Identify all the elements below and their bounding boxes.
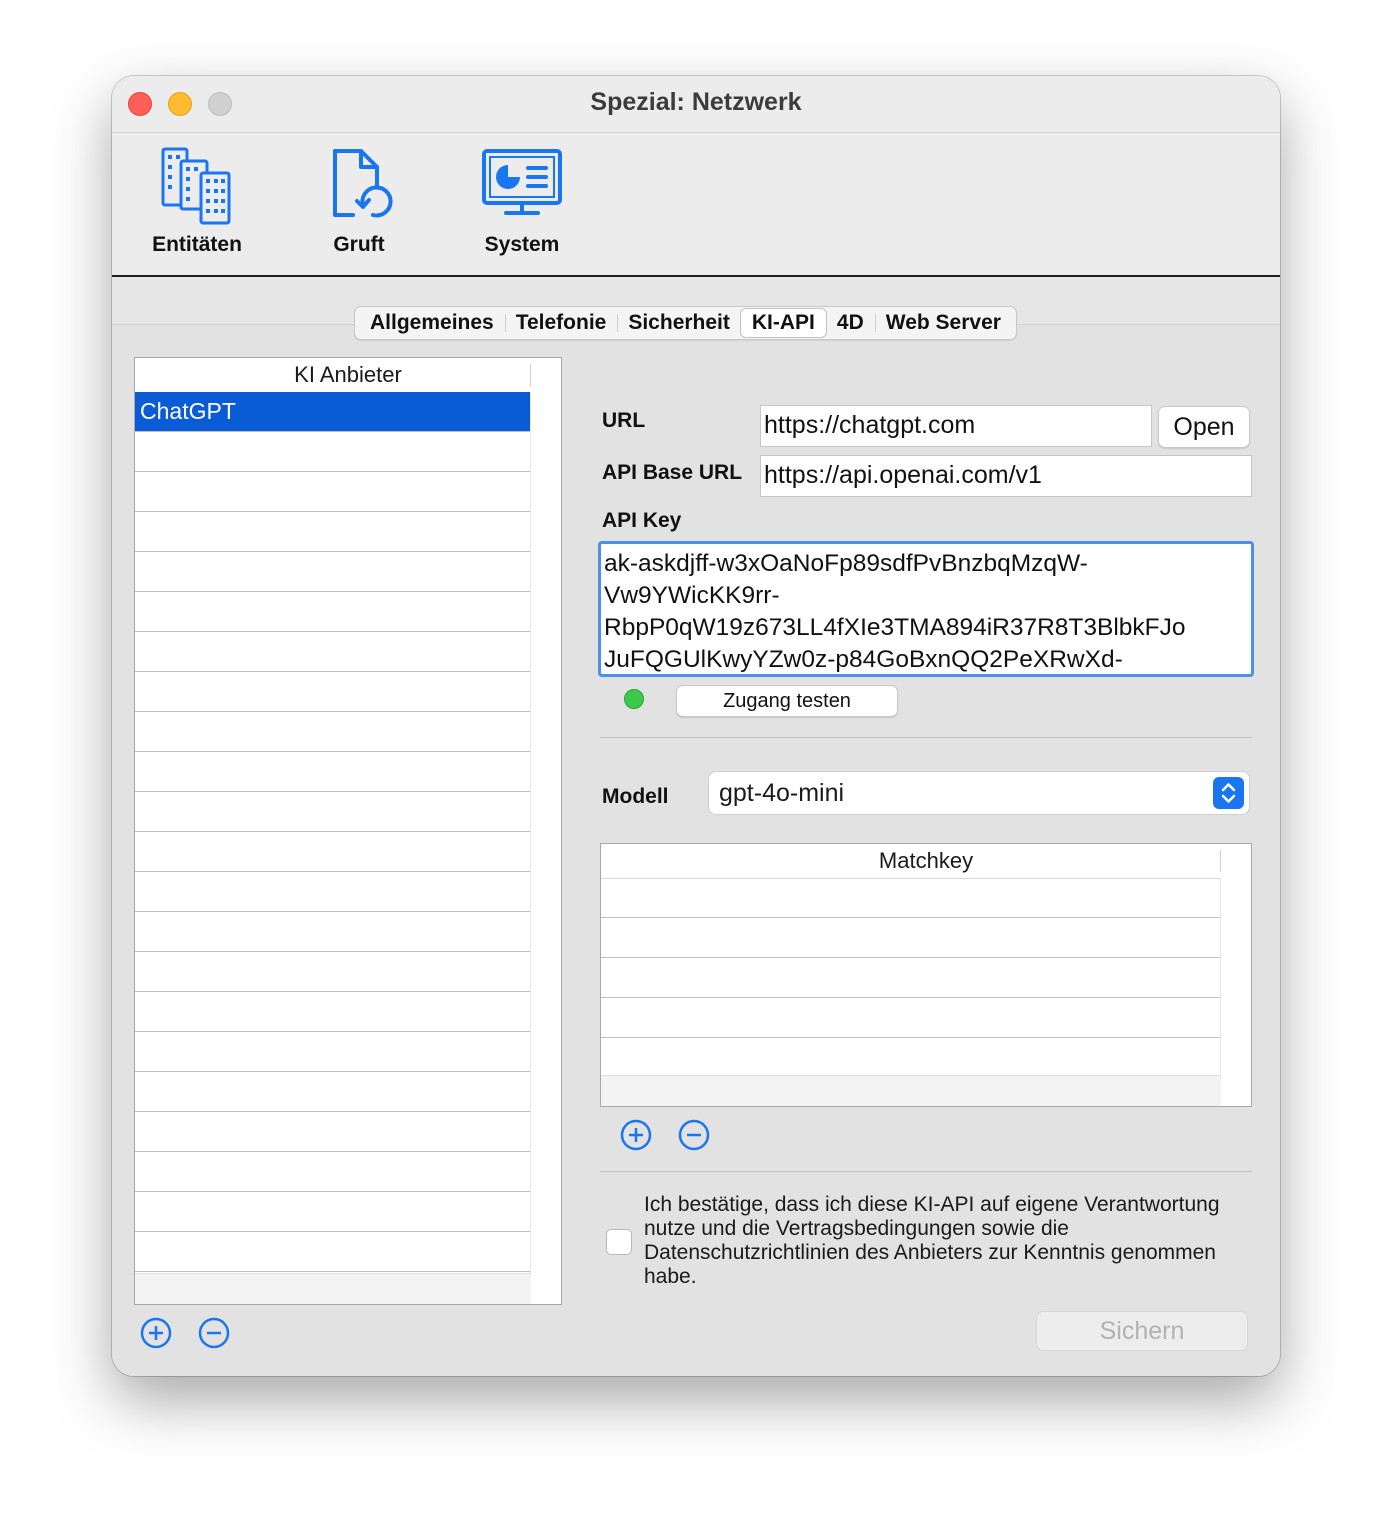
table-row[interactable] (135, 1232, 531, 1272)
remove-provider-icon[interactable] (198, 1317, 230, 1349)
toolbar-item-label: Entitäten (152, 233, 242, 256)
table-row[interactable] (135, 632, 531, 672)
add-provider-icon[interactable] (140, 1317, 172, 1349)
model-select-value: gpt-4o-mini (719, 779, 845, 807)
api-key-line: ak-askdjff-w3xOaNoFp89sdfPvBnzbqMzqW- (604, 550, 1088, 577)
consent-line: Datenschutzrichtlinien des Anbieters zur… (644, 1241, 1216, 1264)
api-key-line: JuFQGUlKwyYZw0z-p84GoBxnQQ2PeXRwXd- (604, 646, 1123, 673)
table-row[interactable] (135, 912, 531, 952)
tab-telefonie[interactable]: Telefonie (504, 309, 618, 337)
table-row[interactable] (135, 872, 531, 912)
table-row[interactable] (135, 472, 531, 512)
divider (600, 737, 1252, 738)
table-row[interactable] (135, 832, 531, 872)
content-area: KI Anbieter ChatGPT URL https://chatgpt.… (112, 324, 1280, 1376)
model-select[interactable]: gpt-4o-mini (708, 771, 1250, 815)
save-button[interactable]: Sichern (1036, 1311, 1248, 1351)
consent-line: Ich bestätige, dass ich diese KI-API auf… (644, 1193, 1220, 1216)
horizontal-scrollbar[interactable] (601, 1075, 1221, 1106)
vertical-scrollbar[interactable] (530, 392, 561, 1274)
column-header-label: Matchkey (878, 848, 974, 873)
table-row[interactable] (135, 592, 531, 632)
divider (600, 1171, 1252, 1172)
chevron-up-down-icon (1213, 777, 1244, 809)
buildings-icon (161, 147, 231, 225)
consent-text: Ich bestätige, dass ich diese KI-API auf… (644, 1193, 1264, 1289)
column-header-label: KI Anbieter (294, 362, 402, 387)
table-row[interactable] (135, 952, 531, 992)
table-row[interactable] (135, 712, 531, 752)
table-row[interactable] (135, 1072, 531, 1112)
add-matchkey-icon[interactable] (620, 1119, 652, 1151)
table-row[interactable] (135, 552, 531, 592)
open-button[interactable]: Open (1158, 406, 1250, 448)
table-row[interactable] (135, 672, 531, 712)
table-row[interactable] (135, 1152, 531, 1192)
api-base-url-label: API Base URL (602, 461, 743, 484)
url-field[interactable]: https://chatgpt.com (760, 405, 1152, 447)
connection-status-indicator (624, 689, 644, 709)
url-label: URL (602, 409, 646, 432)
table-row[interactable] (135, 792, 531, 832)
model-label: Modell (602, 785, 669, 808)
table-row[interactable] (135, 992, 531, 1032)
consent-line: nutze und die Vertragsbedingungen sowie … (644, 1217, 1069, 1240)
api-key-line: Vw9YWicKK9rr- (604, 582, 780, 609)
table-row[interactable] (601, 998, 1221, 1038)
api-base-url-field[interactable]: https://api.openai.com/v1 (760, 455, 1252, 497)
title-bar: Spezial: Netzwerk (112, 76, 1280, 133)
provider-column-header[interactable]: KI Anbieter (135, 358, 561, 393)
toolbar: Entitäten Gruft System (112, 133, 1280, 277)
table-row[interactable] (135, 512, 531, 552)
tab-4d[interactable]: 4D (826, 309, 875, 337)
matchkey-column-header[interactable]: Matchkey (601, 844, 1251, 879)
tab-ki-api[interactable]: KI-API (740, 309, 826, 337)
provider-table: KI Anbieter ChatGPT (134, 357, 562, 1305)
provider-row-chatgpt[interactable]: ChatGPT (135, 392, 531, 432)
toolbar-item-system[interactable]: System (452, 143, 592, 257)
tab-web-server[interactable]: Web Server (874, 309, 1012, 337)
remove-matchkey-icon[interactable] (678, 1119, 710, 1151)
toolbar-item-gruft[interactable]: Gruft (289, 143, 429, 257)
consent-checkbox[interactable] (606, 1229, 632, 1255)
table-row[interactable] (601, 918, 1221, 958)
api-key-label: API Key (602, 509, 682, 532)
table-row[interactable] (601, 958, 1221, 998)
table-row[interactable] (135, 432, 531, 472)
tab-allgemeines[interactable]: Allgemeines (359, 309, 505, 337)
table-row[interactable] (135, 1032, 531, 1072)
api-key-field[interactable]: ak-askdjff-w3xOaNoFp89sdfPvBnzbqMzqW- Vw… (598, 541, 1254, 677)
toolbar-item-entitaeten[interactable]: Entitäten (127, 143, 267, 257)
matchkey-rows (601, 878, 1221, 1078)
api-key-line: RbpP0qW19z673LL4fXIe3TMA894iR37R8T3BlbkF… (604, 614, 1186, 641)
document-restore-icon (333, 149, 393, 218)
toolbar-item-label: System (484, 233, 560, 256)
horizontal-scrollbar[interactable] (135, 1273, 531, 1304)
matchkey-table: Matchkey (600, 843, 1252, 1107)
vertical-scrollbar[interactable] (1220, 878, 1251, 1076)
provider-rows: ChatGPT (135, 392, 531, 1272)
window-title: Spezial: Netzwerk (590, 88, 802, 116)
consent-line: habe. (644, 1265, 697, 1288)
table-row[interactable] (135, 1192, 531, 1232)
tab-sicherheit[interactable]: Sicherheit (617, 309, 741, 337)
table-row[interactable] (135, 1112, 531, 1152)
toolbar-item-label: Gruft (333, 233, 385, 256)
table-row[interactable] (135, 752, 531, 792)
table-row[interactable] (601, 878, 1221, 918)
table-row[interactable] (601, 1038, 1221, 1078)
settings-window: Spezial: Netzwerk Entitäten Gruft System… (112, 76, 1280, 1376)
test-access-button[interactable]: Zugang testen (676, 685, 898, 717)
system-monitor-icon (482, 149, 562, 215)
tab-bar: Allgemeines Telefonie Sicherheit KI-API … (354, 306, 1017, 340)
